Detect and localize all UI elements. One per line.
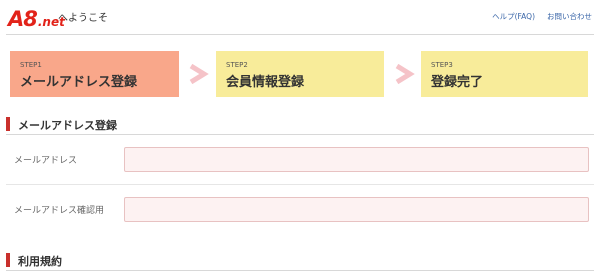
welcome-text: へようこそ bbox=[58, 13, 108, 24]
step-2-title: 会員情報登録 bbox=[226, 75, 305, 90]
header-links: ヘルプ(FAQ) お問い合わせ bbox=[492, 11, 592, 22]
chevron-right-icon bbox=[189, 64, 209, 84]
step-2-number: STEP2 bbox=[226, 61, 248, 69]
logo-main-text: A8 bbox=[8, 7, 38, 31]
email-registration-title: メールアドレス登録 bbox=[18, 119, 117, 132]
terms-section-header: 利用規約 bbox=[6, 250, 594, 272]
contact-link[interactable]: お問い合わせ bbox=[547, 11, 592, 22]
site-header: A8 .net へようこそ ヘルプ(FAQ) お問い合わせ bbox=[0, 0, 600, 34]
help-faq-link[interactable]: ヘルプ(FAQ) bbox=[492, 11, 535, 22]
step-1-number: STEP1 bbox=[20, 61, 42, 69]
registration-steps: STEP1 メールアドレス登録 STEP2 会員情報登録 STEP3 登録完了 bbox=[10, 51, 588, 97]
email-confirm-label: メールアドレス確認用 bbox=[14, 206, 105, 216]
step-3-number: STEP3 bbox=[431, 61, 453, 69]
header-divider bbox=[6, 34, 594, 35]
chevron-right-icon bbox=[395, 64, 415, 84]
row-divider bbox=[6, 184, 594, 185]
step-1-title: メールアドレス登録 bbox=[20, 75, 138, 90]
step-1: STEP1 メールアドレス登録 bbox=[10, 51, 179, 97]
email-input[interactable] bbox=[124, 147, 589, 172]
step-2: STEP2 会員情報登録 bbox=[216, 51, 384, 97]
email-confirm-row: メールアドレス確認用 bbox=[6, 186, 594, 236]
step-3-title: 登録完了 bbox=[431, 75, 484, 90]
email-row: メールアドレス bbox=[6, 136, 594, 186]
terms-title: 利用規約 bbox=[18, 255, 62, 268]
section-accent-bar bbox=[6, 253, 10, 267]
email-confirm-input[interactable] bbox=[124, 197, 589, 222]
section-divider bbox=[6, 270, 594, 271]
section-divider bbox=[6, 134, 594, 135]
email-label: メールアドレス bbox=[14, 156, 78, 166]
email-registration-section-header: メールアドレス登録 bbox=[6, 114, 594, 136]
a8net-logo[interactable]: A8 .net bbox=[8, 4, 65, 30]
step-3: STEP3 登録完了 bbox=[421, 51, 588, 97]
section-accent-bar bbox=[6, 117, 10, 131]
